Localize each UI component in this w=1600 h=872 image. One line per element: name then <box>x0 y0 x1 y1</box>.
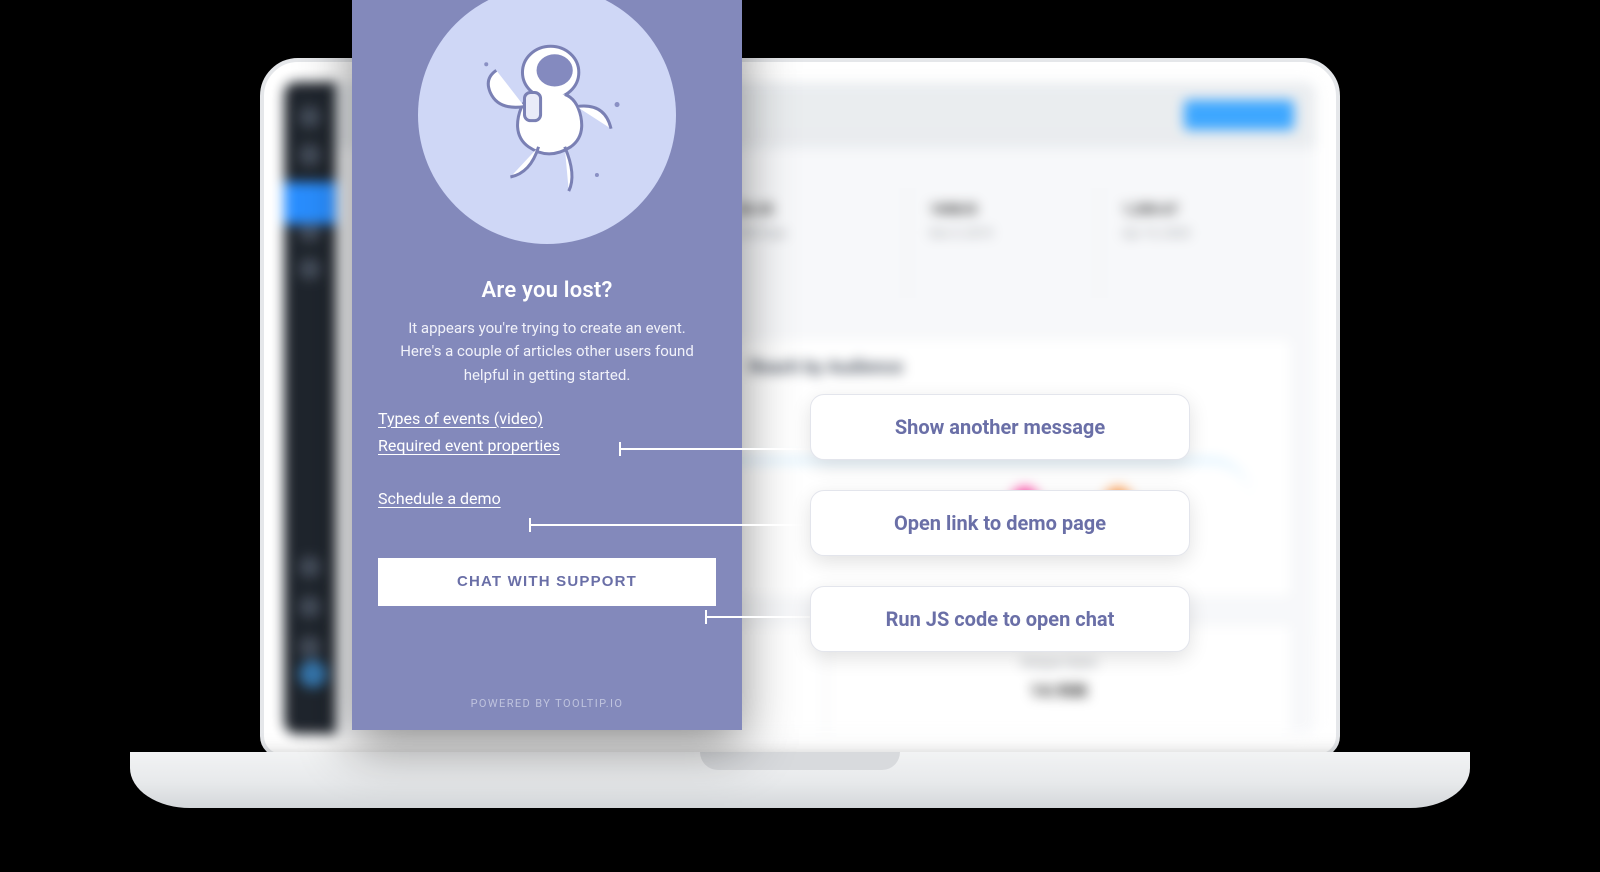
kpi-label: Dec 5, 2019 <box>930 226 1078 240</box>
panel-body: It appears you're trying to create an ev… <box>352 317 742 387</box>
sidebar-icon <box>299 556 321 578</box>
chat-with-support-button[interactable]: CHAT WITH SUPPORT <box>378 558 716 606</box>
dashboard-sidebar <box>284 82 336 734</box>
kpi-value: 100K/D <box>930 202 1078 218</box>
link-types-of-events[interactable]: Types of events (video) <box>378 409 543 428</box>
kpi-label: 298 Days <box>737 226 885 240</box>
kpi-cell: 100K/D Dec 5, 2019 <box>907 188 1100 298</box>
demo-link-row: Schedule a demo <box>352 489 742 508</box>
sidebar-icon <box>299 182 321 204</box>
connector-line <box>530 524 810 526</box>
sidebar-icon <box>299 220 321 242</box>
panel-title: Are you lost? <box>482 278 613 303</box>
tooltip-panel: Are you lost? It appears you're trying t… <box>352 0 742 730</box>
metric-value: 14.90K <box>1030 681 1088 702</box>
dashboard-primary-button <box>1184 100 1294 130</box>
kpi-label: Apr 15, 2020 <box>1122 226 1270 240</box>
callout-open-demo: Open link to demo page <box>810 490 1190 556</box>
astronaut-icon <box>446 14 647 215</box>
connector-line <box>706 616 810 618</box>
powered-by: POWERED BY TOOLTIP.IO <box>471 679 624 730</box>
metric-label: Unique Users <box>1021 656 1098 671</box>
link-required-properties[interactable]: Required event properties <box>378 436 560 455</box>
cta-row: CHAT WITH SUPPORT <box>352 558 742 606</box>
sidebar-icon <box>299 258 321 280</box>
callout-label: Run JS code to open chat <box>886 607 1115 631</box>
callout-show-message: Show another message <box>810 394 1190 460</box>
sidebar-icon <box>299 144 321 166</box>
astronaut-illustration <box>418 0 676 244</box>
kpi-value: $4.25 <box>737 202 885 218</box>
connector-line <box>620 448 810 450</box>
callout-label: Open link to demo page <box>894 511 1106 535</box>
kpi-value: 1,200.67 <box>1122 202 1270 218</box>
kpi-cell: 1,200.67 Apr 15, 2020 <box>1099 188 1292 298</box>
laptop-notch <box>700 752 900 770</box>
callout-label: Show another message <box>895 415 1105 439</box>
link-schedule-demo[interactable]: Schedule a demo <box>378 489 501 508</box>
sidebar-icon <box>299 596 321 618</box>
callout-run-js: Run JS code to open chat <box>810 586 1190 652</box>
sidebar-icon <box>299 636 321 658</box>
kpi-cell: $4.25 298 Days <box>714 188 907 298</box>
sidebar-icon <box>299 106 321 128</box>
avatar <box>299 660 327 688</box>
